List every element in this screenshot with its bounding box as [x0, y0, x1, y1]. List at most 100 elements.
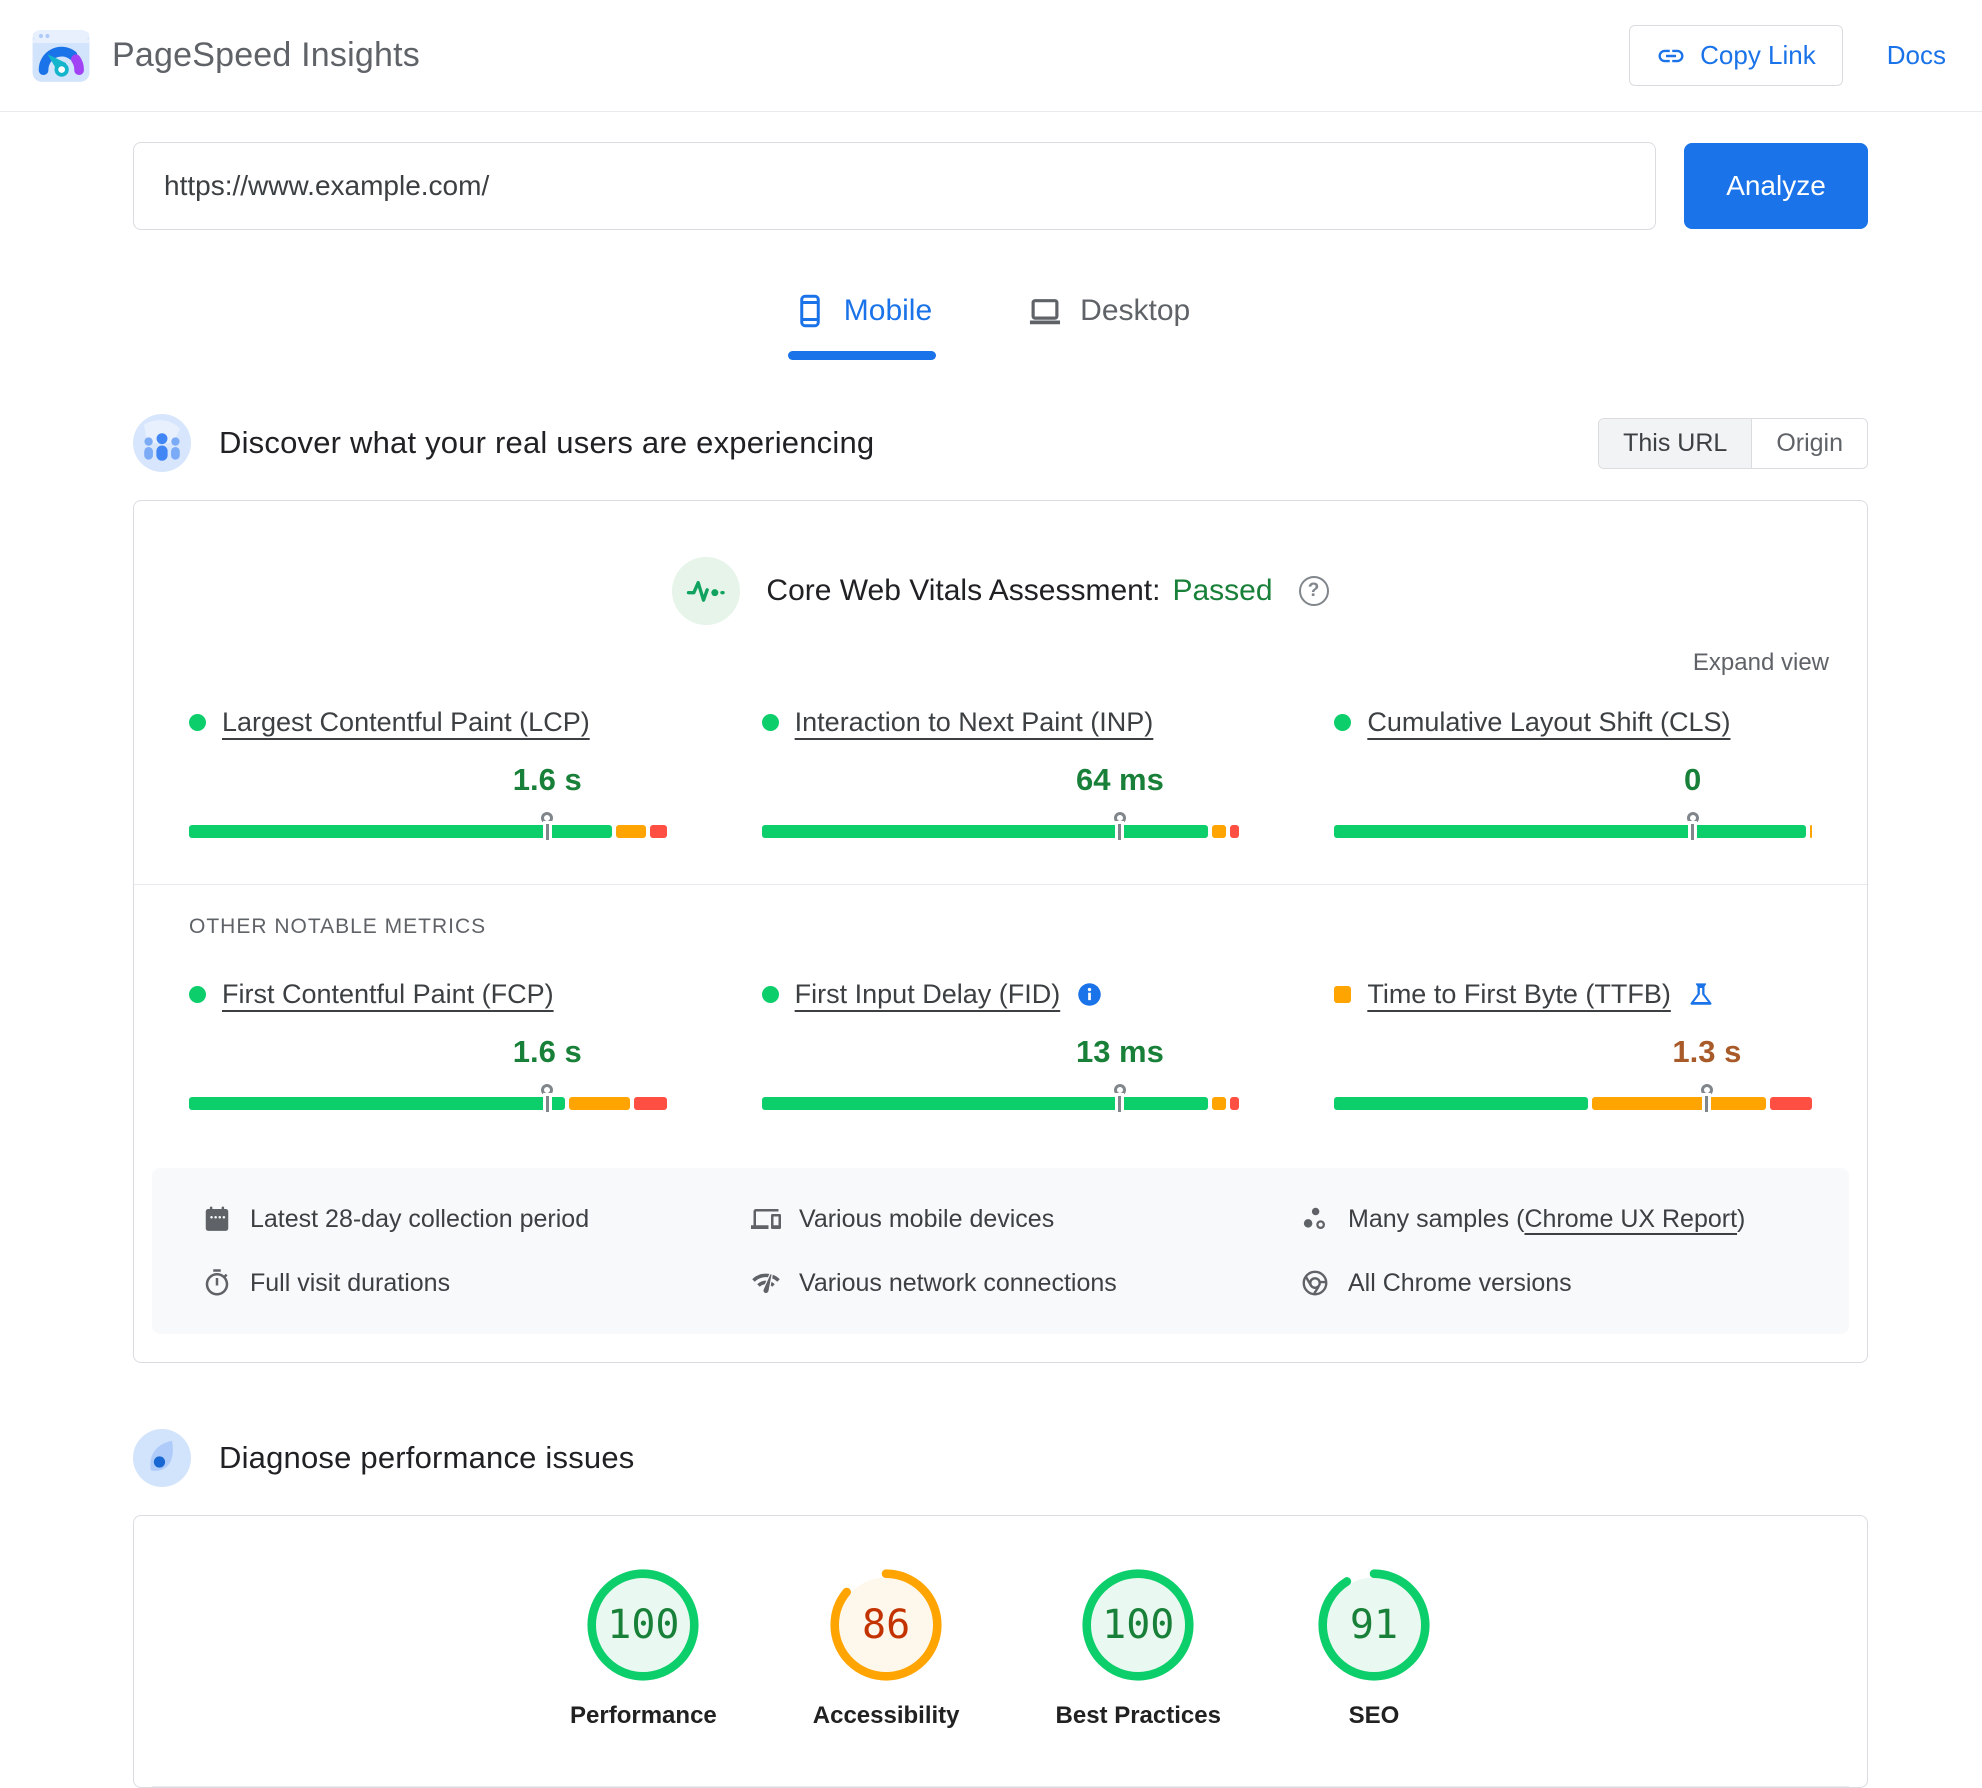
- pagespeed-logo-icon: [32, 29, 90, 82]
- score-value: 91: [1349, 1602, 1399, 1648]
- percentile-marker: [1113, 1084, 1126, 1112]
- tab-desktop-label: Desktop: [1080, 294, 1191, 327]
- info-text: Many samples (Chrome UX Report): [1348, 1204, 1746, 1233]
- heartbeat-icon: [687, 581, 726, 602]
- score-value: 86: [862, 1602, 911, 1648]
- devices-icon: [751, 1209, 781, 1229]
- distribution-bar: [189, 1097, 667, 1110]
- score-label: SEO: [1348, 1702, 1400, 1729]
- url-input[interactable]: [133, 142, 1656, 230]
- distribution-bar: [189, 825, 667, 838]
- cwv-assessment-header: Core Web Vitals Assessment: Passed: [134, 501, 1867, 625]
- status-dot-icon: [189, 714, 206, 731]
- app-title: PageSpeed Insights: [112, 36, 420, 74]
- percentile-marker: [541, 1084, 554, 1112]
- info-visit-durations: Full visit durations: [202, 1268, 751, 1298]
- url-form: Analyze: [133, 142, 1868, 230]
- chrome-icon: [1302, 1270, 1328, 1296]
- score-label: Accessibility: [812, 1702, 960, 1729]
- score-accessibility[interactable]: 86 Accessibility: [813, 1568, 960, 1730]
- info-icon[interactable]: [1076, 981, 1103, 1008]
- url-origin-toggle: This URL Origin: [1598, 417, 1868, 469]
- diagnose-section-header: Diagnose performance issues: [133, 1429, 1868, 1487]
- score-value: 100: [607, 1602, 680, 1648]
- distribution-bar: [761, 825, 1240, 838]
- tab-mobile[interactable]: Mobile: [787, 286, 937, 360]
- link-icon: [1658, 49, 1684, 62]
- info-chrome-versions: All Chrome versions: [1300, 1268, 1849, 1298]
- metric-fcp: First Contentful Paint (FCP) 1.6 s: [189, 979, 667, 1112]
- percentile-marker: [541, 812, 554, 840]
- score-label: Performance: [570, 1702, 717, 1729]
- percentile-marker: [1113, 812, 1126, 840]
- metric-value: 0: [1683, 762, 1702, 797]
- lighthouse-card: 100 Performance 86 Accessibility 100 Bes…: [133, 1515, 1868, 1788]
- metric-link-fcp[interactable]: First Contentful Paint (FCP): [222, 979, 554, 1010]
- network-check-icon: [752, 1273, 780, 1293]
- metric-ttfb: Time to First Byte (TTFB) 1.3 s: [1334, 979, 1812, 1112]
- score-label: Best Practices: [1055, 1702, 1221, 1729]
- active-tab-underline: [787, 351, 937, 360]
- docs-link[interactable]: Docs: [1887, 40, 1946, 71]
- chrome-ux-report-link[interactable]: Chrome UX Report: [1524, 1205, 1737, 1233]
- status-square-icon: [1334, 986, 1352, 1003]
- metric-value: 1.6 s: [512, 1034, 582, 1069]
- metric-value: 13 ms: [1075, 1034, 1164, 1069]
- info-collection-period: Latest 28-day collection period: [202, 1204, 751, 1234]
- samples-dots-icon: [1303, 1207, 1325, 1229]
- copy-link-button[interactable]: Copy Link: [1629, 25, 1843, 86]
- cwv-assessment-result: Passed: [1172, 574, 1273, 607]
- core-metrics-row: Largest Contentful Paint (LCP) 1.6 s Int…: [134, 707, 1867, 840]
- score-best-practices[interactable]: 100 Best Practices: [1056, 1568, 1221, 1730]
- crux-card: Core Web Vitals Assessment: Passed Expan…: [133, 500, 1868, 1363]
- status-dot-icon: [189, 986, 206, 1003]
- metric-link-lcp[interactable]: Largest Contentful Paint (LCP): [222, 707, 590, 738]
- device-tabs: Mobile Desktop: [0, 286, 1982, 360]
- users-icon: [133, 414, 191, 472]
- crux-section-title: Discover what your real users are experi…: [219, 425, 875, 460]
- distribution-bar: [761, 1097, 1240, 1110]
- toggle-origin[interactable]: Origin: [1752, 418, 1867, 468]
- tab-desktop[interactable]: Desktop: [1022, 286, 1194, 336]
- score-performance[interactable]: 100 Performance: [570, 1568, 717, 1730]
- info-text: Latest 28-day collection period: [250, 1204, 590, 1233]
- pulse-badge: [672, 557, 741, 625]
- card-divider: [152, 1786, 1849, 1787]
- other-metrics-label: OTHER NOTABLE METRICS: [189, 915, 487, 938]
- calendar-icon: [205, 1206, 229, 1231]
- toggle-this-url[interactable]: This URL: [1599, 418, 1753, 468]
- info-text: Various network connections: [799, 1268, 1117, 1297]
- metric-value: 1.3 s: [1672, 1034, 1742, 1069]
- status-dot-icon: [1334, 714, 1352, 731]
- tab-mobile-label: Mobile: [843, 294, 933, 327]
- metric-link-cls[interactable]: Cumulative Layout Shift (CLS): [1367, 707, 1730, 738]
- experimental-flask-icon[interactable]: [1687, 981, 1715, 1009]
- cwv-assessment-label: Core Web Vitals Assessment:: [766, 574, 1161, 607]
- metric-inp: Interaction to Next Paint (INP) 64 ms: [761, 707, 1240, 840]
- metric-cls: Cumulative Layout Shift (CLS) 0: [1334, 707, 1812, 840]
- metric-link-ttfb[interactable]: Time to First Byte (TTFB): [1367, 979, 1671, 1010]
- metric-link-inp[interactable]: Interaction to Next Paint (INP): [795, 707, 1154, 738]
- analyze-button[interactable]: Analyze: [1684, 143, 1868, 229]
- copy-link-label: Copy Link: [1700, 40, 1816, 70]
- info-mobile-devices: Various mobile devices: [751, 1204, 1300, 1234]
- metric-value: 64 ms: [1075, 762, 1164, 797]
- mobile-phone-icon: [800, 294, 820, 328]
- other-metrics-row: First Contentful Paint (FCP) 1.6 s First…: [134, 979, 1867, 1112]
- app-header: PageSpeed Insights Copy Link Docs: [0, 0, 1982, 112]
- gauge-icon: [133, 1429, 191, 1487]
- percentile-marker: [1686, 812, 1699, 840]
- score-value: 100: [1102, 1602, 1175, 1648]
- metric-value: 1.6 s: [512, 762, 582, 797]
- status-dot-icon: [761, 714, 779, 731]
- help-icon[interactable]: [1298, 576, 1329, 606]
- expand-view-link[interactable]: Expand view: [1693, 649, 1829, 676]
- distribution-bar: [1334, 825, 1812, 838]
- category-scores-row: 100 Performance 86 Accessibility 100 Bes…: [134, 1516, 1867, 1730]
- status-dot-icon: [761, 986, 779, 1003]
- score-seo[interactable]: 91 SEO: [1317, 1568, 1431, 1730]
- info-text: Full visit durations: [250, 1268, 451, 1297]
- metric-fid: First Input Delay (FID) 13 ms: [761, 979, 1240, 1112]
- metric-lcp: Largest Contentful Paint (LCP) 1.6 s: [189, 707, 667, 840]
- metric-link-fid[interactable]: First Input Delay (FID): [795, 979, 1061, 1010]
